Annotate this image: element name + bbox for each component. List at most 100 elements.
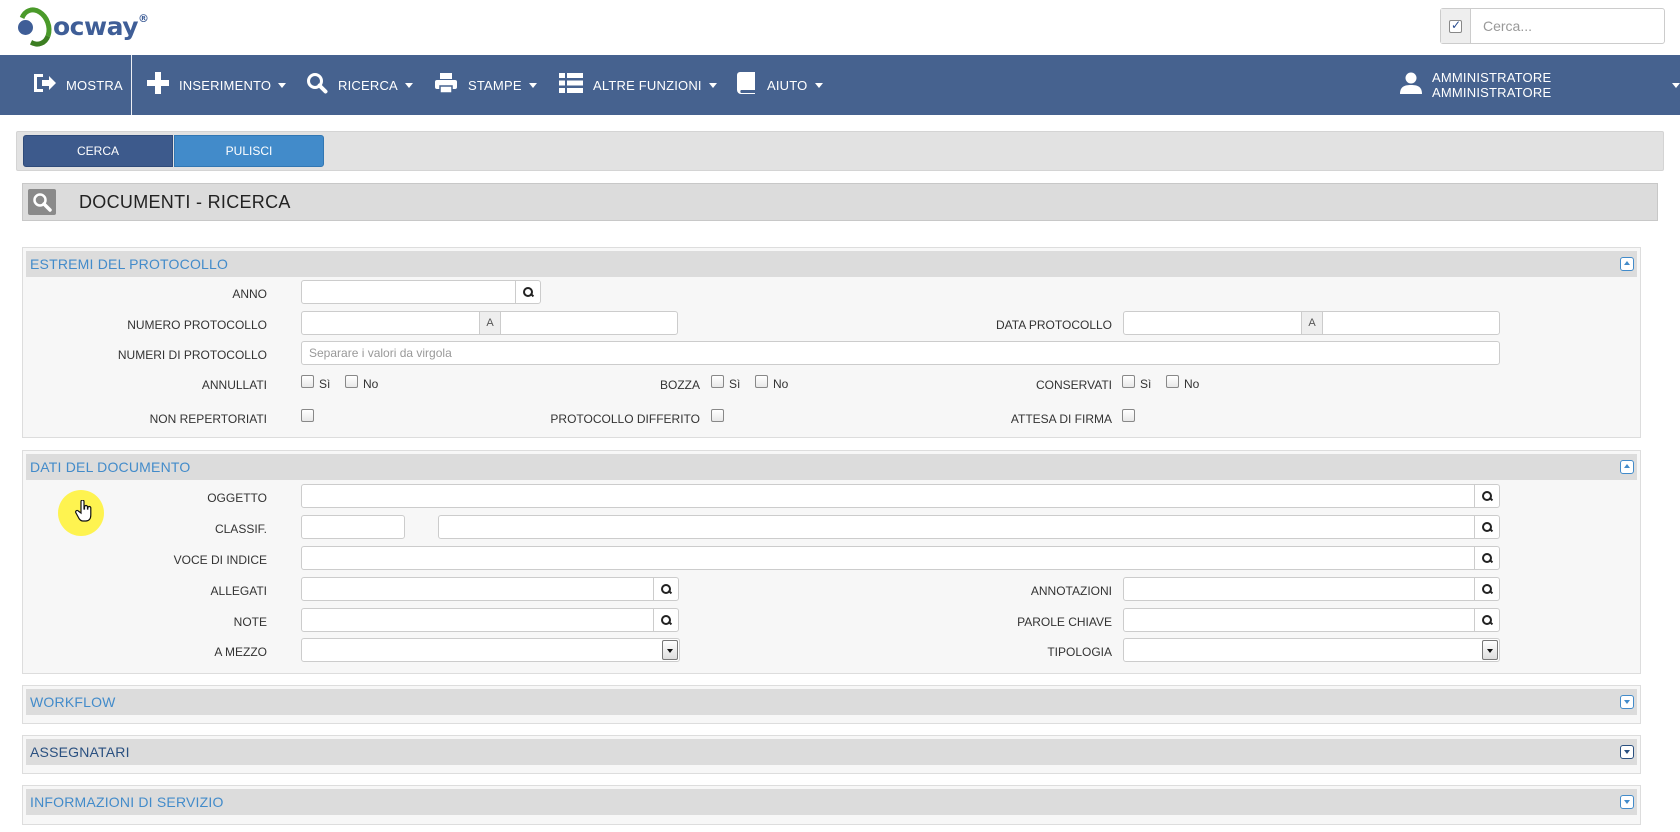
section-estremi-header[interactable]: ESTREMI DEL PROTOCOLLO xyxy=(26,251,1637,277)
annotazioni-search-button[interactable] xyxy=(1474,577,1500,601)
numero-protocollo-to-input[interactable] xyxy=(500,311,678,335)
note-input[interactable] xyxy=(301,608,654,632)
section-title: ASSEGNATARI xyxy=(30,744,130,760)
caret-down-icon xyxy=(404,82,413,88)
annullati-no-checkbox[interactable] xyxy=(345,375,358,388)
numeri-protocollo-input[interactable] xyxy=(301,341,1500,365)
expand-down-icon[interactable] xyxy=(1620,795,1634,809)
section-workflow-header[interactable]: WORKFLOW xyxy=(26,689,1637,715)
expand-down-icon[interactable] xyxy=(1620,745,1634,759)
oggetto-input[interactable] xyxy=(301,484,1475,508)
search-icon xyxy=(1481,614,1493,626)
logo-text: ocway® xyxy=(53,11,149,41)
annullati-si-checkbox[interactable] xyxy=(301,375,314,388)
parole-chiave-input[interactable] xyxy=(1123,608,1475,632)
nav-aiuto-label: AIUTO xyxy=(767,77,808,93)
section-informazioni-header[interactable]: INFORMAZIONI DI SERVIZIO xyxy=(26,789,1637,815)
print-icon xyxy=(434,72,458,98)
annotazioni-input[interactable] xyxy=(1123,577,1475,601)
conservati-si-checkbox[interactable] xyxy=(1122,375,1135,388)
nav-inserimento[interactable]: INSERIMENTO xyxy=(147,55,287,115)
range-separator: A xyxy=(1301,311,1323,335)
docway-logo[interactable]: ocway® xyxy=(13,2,149,52)
cerca-button[interactable]: CERCA xyxy=(23,135,173,167)
dropdown-arrow-icon xyxy=(662,640,678,660)
nav-inserimento-label: INSERIMENTO xyxy=(179,77,272,93)
data-protocollo-to-input[interactable] xyxy=(1322,311,1500,335)
search-icon xyxy=(660,583,672,595)
quick-search-input[interactable] xyxy=(1471,9,1664,43)
nav-separator xyxy=(131,55,132,115)
note-label: NOTE xyxy=(233,615,267,629)
bozza-no-label: No xyxy=(773,377,789,391)
voce-indice-input[interactable] xyxy=(301,546,1475,570)
allegati-label: ALLEGATI xyxy=(210,584,267,598)
bozza-label: BOZZA xyxy=(659,378,700,392)
classif-code-input[interactable] xyxy=(301,515,405,539)
user-icon xyxy=(1400,72,1422,98)
bozza-si-label: Sì xyxy=(729,377,741,391)
anno-input[interactable] xyxy=(301,280,516,304)
section-title: INFORMAZIONI DI SERVIZIO xyxy=(30,794,224,810)
allegati-search-button[interactable] xyxy=(653,577,679,601)
annotazioni-label: ANNOTAZIONI xyxy=(1030,584,1112,598)
conservati-si-label: Sì xyxy=(1140,377,1152,391)
expand-down-icon[interactable] xyxy=(1620,695,1634,709)
annullati-label: ANNULLATI xyxy=(201,378,267,392)
classif-description-input[interactable] xyxy=(438,515,1475,539)
non-repertoriati-label: NON REPERTORIATI xyxy=(149,412,267,426)
section-title: WORKFLOW xyxy=(30,694,116,710)
collapse-up-icon[interactable] xyxy=(1620,257,1634,271)
parole-chiave-search-button[interactable] xyxy=(1474,608,1500,632)
search-icon xyxy=(660,614,672,626)
pulisci-button[interactable]: PULISCI xyxy=(174,135,324,167)
nav-aiuto[interactable]: AIUTO xyxy=(737,55,823,115)
anno-search-button[interactable] xyxy=(515,280,541,304)
top-header: ocway® xyxy=(0,0,1680,55)
numeri-protocollo-label: NUMERI DI PROTOCOLLO xyxy=(117,348,267,362)
nav-mostra[interactable]: MOSTRA xyxy=(32,55,123,115)
data-protocollo-from-input[interactable] xyxy=(1123,311,1302,335)
a-mezzo-select[interactable] xyxy=(301,638,680,662)
voce-indice-search-button[interactable] xyxy=(1474,546,1500,570)
bozza-no-checkbox[interactable] xyxy=(755,375,768,388)
book-icon xyxy=(737,72,757,98)
section-dati-header[interactable]: DATI DEL DOCUMENTO xyxy=(26,454,1637,480)
conservati-label: CONSERVATI xyxy=(1035,378,1112,392)
allegati-input[interactable] xyxy=(301,577,654,601)
nav-user-label: AMMINISTRATORE AMMINISTRATORE xyxy=(1432,70,1552,100)
note-search-button[interactable] xyxy=(653,608,679,632)
oggetto-search-button[interactable] xyxy=(1474,484,1500,508)
numero-protocollo-from-input[interactable] xyxy=(301,311,480,335)
search-icon xyxy=(1481,583,1493,595)
search-icon xyxy=(522,286,534,298)
section-assegnatari: ASSEGNATARI xyxy=(22,735,1641,774)
attesa-firma-checkbox[interactable] xyxy=(1122,409,1135,422)
checkbox-checked-icon xyxy=(1449,18,1462,33)
non-repertoriati-checkbox[interactable] xyxy=(301,409,314,422)
page-title-bar: DOCUMENTI - RICERCA xyxy=(22,183,1658,221)
tipologia-select[interactable] xyxy=(1123,638,1500,662)
nav-user-menu[interactable]: AMMINISTRATORE AMMINISTRATORE xyxy=(1400,55,1680,115)
section-title: ESTREMI DEL PROTOCOLLO xyxy=(30,256,229,272)
sign-out-icon xyxy=(32,72,56,98)
quick-search-toggle[interactable] xyxy=(1441,9,1471,43)
bozza-si-checkbox[interactable] xyxy=(711,375,724,388)
tipologia-label: TIPOLOGIA xyxy=(1047,645,1112,659)
collapse-up-icon[interactable] xyxy=(1620,460,1634,474)
section-assegnatari-header[interactable]: ASSEGNATARI xyxy=(26,739,1637,765)
protocollo-differito-checkbox[interactable] xyxy=(711,409,724,422)
hand-cursor-icon xyxy=(75,499,93,528)
classif-search-button[interactable] xyxy=(1474,515,1500,539)
caret-down-icon xyxy=(708,82,717,88)
numero-protocollo-label: NUMERO PROTOCOLLO xyxy=(127,318,267,332)
nav-altre-funzioni[interactable]: ALTRE FUNZIONI xyxy=(559,55,717,115)
parole-chiave-label: PAROLE CHIAVE xyxy=(1017,615,1112,629)
nav-stampe[interactable]: STAMPE xyxy=(434,55,537,115)
quick-search xyxy=(1440,8,1665,44)
nav-ricerca[interactable]: RICERCA xyxy=(306,55,413,115)
annullati-si-label: Sì xyxy=(319,377,331,391)
anno-label: ANNO xyxy=(232,287,267,301)
conservati-no-checkbox[interactable] xyxy=(1166,375,1179,388)
dropdown-arrow-icon xyxy=(1482,640,1498,660)
